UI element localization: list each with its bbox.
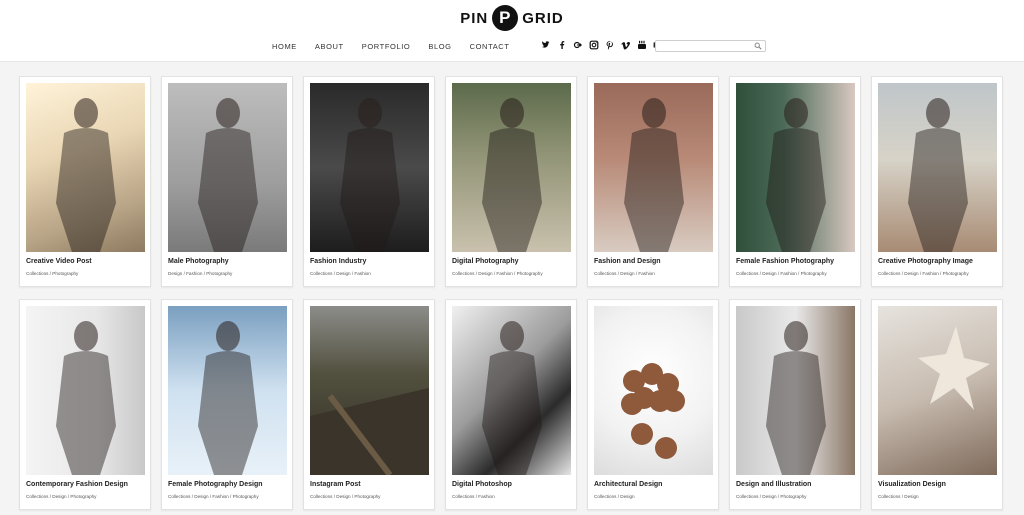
thumbnail-image: [918, 326, 990, 410]
thumbnail-image: [766, 98, 826, 252]
nav-contact[interactable]: CONTACT: [470, 42, 510, 51]
card-title[interactable]: Fashion and Design: [594, 258, 661, 265]
logo-text-left: PIN: [460, 9, 489, 27]
main-nav: HOME ABOUT PORTFOLIO BLOG CONTACT: [272, 42, 528, 51]
card-title[interactable]: Instagram Post: [310, 481, 361, 488]
portfolio-card[interactable]: Creative Video Post Collections / Photogr…: [19, 76, 151, 287]
vimeo-icon[interactable]: [621, 40, 631, 50]
site-header: PIN P GRID HOME ABOUT PORTFOLIO BLOG CON…: [0, 0, 1024, 62]
portfolio-card[interactable]: Female Fashion Photography Collections / …: [729, 76, 861, 287]
card-categories[interactable]: Collections / Design / Photography: [310, 494, 380, 499]
thumbnail-image: [340, 98, 400, 252]
card-categories[interactable]: Collections / Fashion: [452, 494, 495, 499]
portfolio-card[interactable]: Architectural Design Collections / Design: [587, 299, 719, 510]
thumbnail-image: [198, 321, 258, 475]
card-title[interactable]: Creative Video Post: [26, 258, 92, 265]
card-title[interactable]: Digital Photography: [452, 258, 519, 265]
nav-home[interactable]: HOME: [272, 42, 297, 51]
card-categories[interactable]: Collections / Design / Photography: [26, 494, 96, 499]
portfolio-thumbnail[interactable]: [310, 306, 429, 475]
card-categories[interactable]: Collections / Design / Fashion: [594, 271, 655, 276]
thumbnail-image: [621, 363, 685, 459]
portfolio-card[interactable]: Male Photography Design / Fashion / Photo…: [161, 76, 293, 287]
thumbnail-image: [56, 98, 116, 252]
thumbnail-image: [198, 98, 258, 252]
card-title[interactable]: Female Photography Design: [168, 481, 263, 488]
portfolio-thumbnail[interactable]: [594, 83, 713, 252]
social-links: Bē: [541, 40, 663, 50]
nav-blog[interactable]: BLOG: [428, 42, 451, 51]
search-icon[interactable]: [754, 42, 762, 50]
logo-text-right: GRID: [522, 9, 564, 27]
portfolio-thumbnail[interactable]: [168, 83, 287, 252]
logo-wordmark[interactable]: PIN P GRID: [460, 5, 564, 31]
logo-mark-icon: P: [492, 5, 519, 31]
portfolio-card[interactable]: Contemporary Fashion Design Collections /…: [19, 299, 151, 510]
card-title[interactable]: Male Photography: [168, 258, 229, 265]
card-title[interactable]: Contemporary Fashion Design: [26, 481, 128, 488]
card-title[interactable]: Visualization Design: [878, 481, 946, 488]
card-categories[interactable]: Collections / Design / Fashion / Photogr…: [736, 271, 827, 276]
card-categories[interactable]: Collections / Design / Fashion / Photogr…: [168, 494, 259, 499]
pinterest-icon[interactable]: [605, 40, 615, 50]
card-title[interactable]: Design and Illustration: [736, 481, 811, 488]
card-title[interactable]: Digital Photoshop: [452, 481, 512, 488]
portfolio-thumbnail[interactable]: [26, 83, 145, 252]
thumbnail-image: [908, 98, 968, 252]
card-categories[interactable]: Collections / Design / Fashion / Photogr…: [878, 271, 969, 276]
card-categories[interactable]: Collections / Design / Fashion / Photogr…: [452, 271, 543, 276]
card-categories[interactable]: Collections / Design: [594, 494, 635, 499]
portfolio-card[interactable]: Creative Photography Image Collections / …: [871, 76, 1003, 287]
facebook-icon[interactable]: [557, 40, 567, 50]
portfolio-grid: Creative Video Post Collections / Photogr…: [19, 76, 1005, 510]
portfolio-card[interactable]: Instagram Post Collections / Design / Pho…: [303, 299, 435, 510]
card-title[interactable]: Fashion Industry: [310, 258, 366, 265]
portfolio-card[interactable]: Digital Photography Collections / Design …: [445, 76, 577, 287]
portfolio-card[interactable]: Digital Photoshop Collections / Fashion: [445, 299, 577, 510]
thumbnail-image: [624, 98, 684, 252]
portfolio-thumbnail[interactable]: [736, 83, 855, 252]
portfolio-thumbnail[interactable]: [26, 306, 145, 475]
card-title[interactable]: Female Fashion Photography: [736, 258, 834, 265]
card-title[interactable]: Creative Photography Image: [878, 258, 973, 265]
card-categories[interactable]: Design / Fashion / Photography: [168, 271, 232, 276]
nav-about[interactable]: ABOUT: [315, 42, 344, 51]
portfolio-thumbnail[interactable]: [168, 306, 287, 475]
portfolio-thumbnail[interactable]: [594, 306, 713, 475]
twitter-icon[interactable]: [541, 40, 551, 50]
portfolio-thumbnail[interactable]: [452, 306, 571, 475]
card-categories[interactable]: Collections / Design: [878, 494, 919, 499]
portfolio-card[interactable]: Fashion Industry Collections / Design / F…: [303, 76, 435, 287]
portfolio-thumbnail[interactable]: [452, 83, 571, 252]
thumbnail-image: [766, 321, 826, 475]
nav-portfolio[interactable]: PORTFOLIO: [362, 42, 411, 51]
portfolio-thumbnail[interactable]: [878, 306, 997, 475]
portfolio-card[interactable]: Female Photography Design Collections / D…: [161, 299, 293, 510]
thumbnail-image: [56, 321, 116, 475]
thumbnail-image: [310, 388, 429, 475]
thumbnail-image: [482, 98, 542, 252]
search-box: [655, 40, 766, 52]
portfolio-card[interactable]: Visualization Design Collections / Design: [871, 299, 1003, 510]
card-categories[interactable]: Collections / Photography: [26, 271, 78, 276]
instagram-icon[interactable]: [589, 40, 599, 50]
portfolio-thumbnail[interactable]: [310, 83, 429, 252]
youtube-icon[interactable]: [637, 40, 647, 50]
site-logo[interactable]: PIN P GRID: [0, 5, 1024, 35]
card-title[interactable]: Architectural Design: [594, 481, 662, 488]
thumbnail-image: [482, 321, 542, 475]
portfolio-thumbnail[interactable]: [878, 83, 997, 252]
portfolio-thumbnail[interactable]: [736, 306, 855, 475]
card-categories[interactable]: Collections / Design / Photography: [736, 494, 806, 499]
google-plus-icon[interactable]: [573, 40, 583, 50]
portfolio-card[interactable]: Design and Illustration Collections / Des…: [729, 299, 861, 510]
search-input[interactable]: [658, 41, 752, 51]
portfolio-card[interactable]: Fashion and Design Collections / Design /…: [587, 76, 719, 287]
card-categories[interactable]: Collections / Design / Fashion: [310, 271, 371, 276]
